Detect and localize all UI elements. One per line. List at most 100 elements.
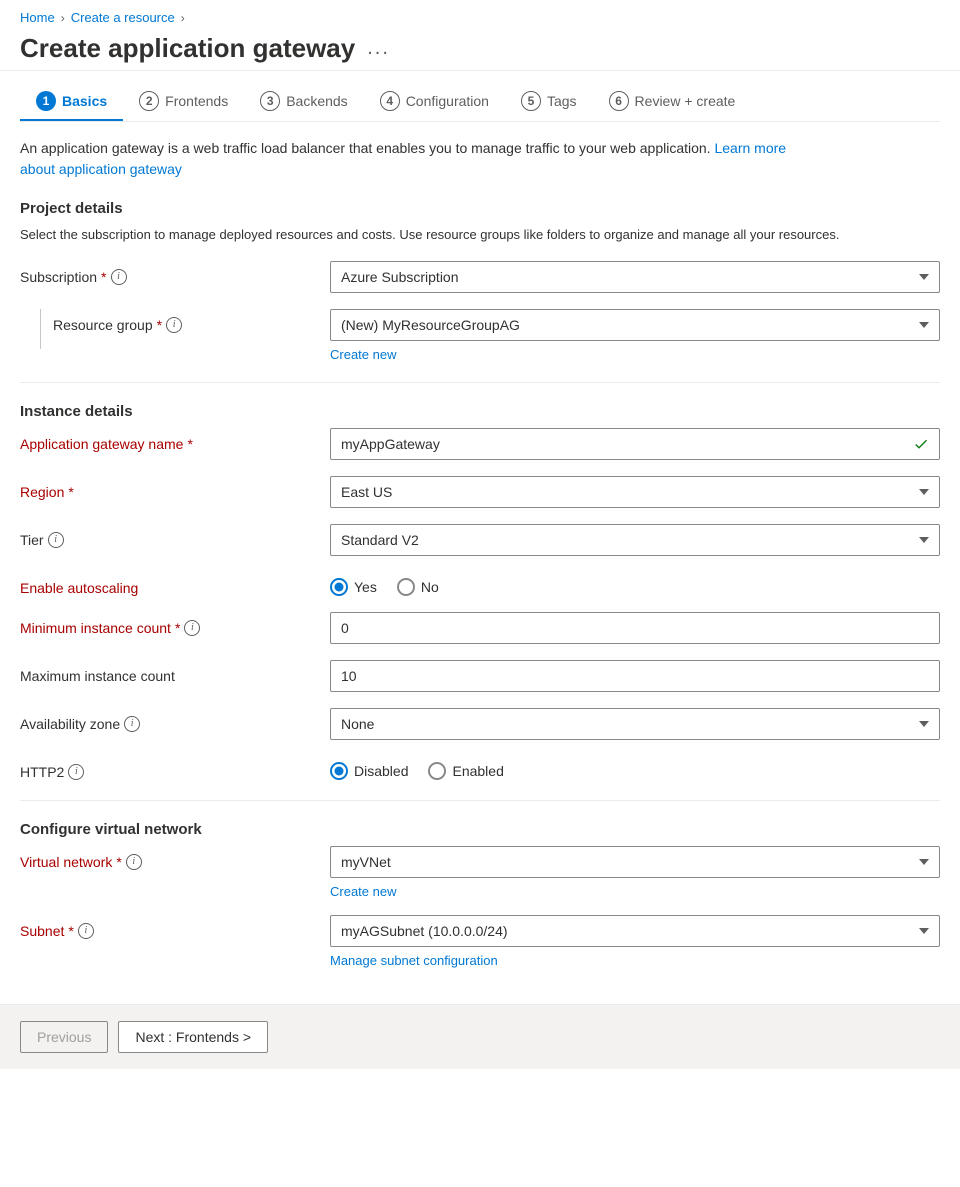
tab-backends[interactable]: 3 Backends [244,83,363,121]
autoscaling-yes-option[interactable]: Yes [330,578,377,596]
subscription-required: * [101,269,106,285]
http2-label-col: HTTP2 i [20,756,330,780]
virtual-network-label: Virtual network [20,854,112,870]
resource-group-row: Resource group * i (New) MyResourceGroup… [20,309,940,362]
availability-zone-input-col: None [330,708,940,740]
subscription-label: Subscription [20,269,97,285]
description-text: An application gateway is a web traffic … [20,140,711,156]
virtual-network-required: * [116,854,121,870]
autoscaling-no-option[interactable]: No [397,578,439,596]
min-instance-info-icon[interactable]: i [184,620,200,636]
max-instance-label: Maximum instance count [20,668,175,684]
min-instance-label-col: Minimum instance count * i [20,612,330,636]
autoscaling-label: Enable autoscaling [20,580,138,596]
app-gateway-name-required: * [187,436,192,452]
autoscaling-label-col: Enable autoscaling [20,572,330,596]
region-input-col: East US [330,476,940,508]
about-app-gateway-link[interactable]: about application gateway [20,161,182,177]
min-instance-required: * [175,620,180,636]
breadcrumb-create-resource[interactable]: Create a resource [71,10,175,25]
app-gateway-name-label-col: Application gateway name * [20,428,330,452]
max-instance-input[interactable] [330,660,940,692]
app-gateway-name-input[interactable] [330,428,940,460]
subnet-dropdown[interactable]: myAGSubnet (10.0.0.0/24) [330,915,940,947]
tab-basics-label: Basics [62,93,107,109]
project-details-sub: Select the subscription to manage deploy… [20,225,940,245]
breadcrumb-home[interactable]: Home [20,10,55,25]
http2-info-icon[interactable]: i [68,764,84,780]
tab-backends-label: Backends [286,93,347,109]
tab-frontends-num: 2 [139,91,159,111]
description-block: An application gateway is a web traffic … [20,138,940,180]
region-label-col: Region * [20,476,330,500]
subnet-label: Subnet [20,923,64,939]
page-title: Create application gateway [20,33,355,64]
subnet-label-col: Subnet * i [20,915,330,939]
tier-info-icon[interactable]: i [48,532,64,548]
virtual-network-dropdown[interactable]: myVNet [330,846,940,878]
http2-enabled-radio[interactable] [428,762,446,780]
region-required: * [68,484,73,500]
subscription-dropdown[interactable]: Azure Subscription [330,261,940,293]
divider-1 [20,382,940,383]
manage-subnet-link[interactable]: Manage subnet configuration [330,953,940,968]
autoscaling-row: Enable autoscaling Yes No [20,572,940,596]
subscription-input-col: Azure Subscription [330,261,940,293]
app-gateway-name-input-col [330,428,940,460]
resource-group-info-icon[interactable]: i [166,317,182,333]
subscription-info-icon[interactable]: i [111,269,127,285]
tier-row: Tier i Standard V2 [20,524,940,556]
http2-disabled-option[interactable]: Disabled [330,762,408,780]
subnet-info-icon[interactable]: i [78,923,94,939]
tab-basics[interactable]: 1 Basics [20,83,123,121]
tab-basics-num: 1 [36,91,56,111]
app-gateway-name-row: Application gateway name * [20,428,940,460]
min-instance-input[interactable] [330,612,940,644]
next-button[interactable]: Next : Frontends > [118,1021,268,1053]
tier-input-col: Standard V2 [330,524,940,556]
http2-row: HTTP2 i Disabled Enabled [20,756,940,780]
http2-disabled-label: Disabled [354,763,408,779]
tab-configuration[interactable]: 4 Configuration [364,83,505,121]
autoscaling-no-radio[interactable] [397,578,415,596]
autoscaling-input-col: Yes No [330,572,940,596]
http2-input-col: Disabled Enabled [330,756,940,780]
availability-zone-info-icon[interactable]: i [124,716,140,732]
http2-label: HTTP2 [20,764,64,780]
tier-label-col: Tier i [20,524,330,548]
virtual-network-create-new-link[interactable]: Create new [330,884,940,899]
tab-backends-num: 3 [260,91,280,111]
previous-button[interactable]: Previous [20,1021,108,1053]
tab-review-create[interactable]: 6 Review + create [593,83,752,121]
availability-zone-label-col: Availability zone i [20,708,330,732]
min-instance-label: Minimum instance count [20,620,171,636]
bottom-bar: Previous Next : Frontends > [0,1004,960,1069]
learn-more-link[interactable]: Learn more [714,140,786,156]
tab-tags-label: Tags [547,93,577,109]
availability-zone-row: Availability zone i None [20,708,940,740]
subnet-input-col: myAGSubnet (10.0.0.0/24) Manage subnet c… [330,915,940,968]
tab-frontends[interactable]: 2 Frontends [123,83,244,121]
tier-dropdown[interactable]: Standard V2 [330,524,940,556]
max-instance-row: Maximum instance count [20,660,940,692]
resource-group-input-col: (New) MyResourceGroupAG Create new [330,309,940,362]
virtual-network-input-col: myVNet Create new [330,846,940,899]
http2-enabled-option[interactable]: Enabled [428,762,503,780]
virtual-network-info-icon[interactable]: i [126,854,142,870]
resource-group-dropdown[interactable]: (New) MyResourceGroupAG [330,309,940,341]
virtual-network-row: Virtual network * i myVNet Create new [20,846,940,899]
region-dropdown[interactable]: East US [330,476,940,508]
tab-tags[interactable]: 5 Tags [505,83,593,121]
page-menu-dots[interactable]: ... [367,37,390,60]
divider-2 [20,800,940,801]
availability-zone-dropdown[interactable]: None [330,708,940,740]
autoscaling-yes-radio[interactable] [330,578,348,596]
indent-line [40,309,41,349]
http2-disabled-radio[interactable] [330,762,348,780]
tab-configuration-num: 4 [380,91,400,111]
resource-group-required: * [157,317,162,333]
autoscaling-no-label: No [421,579,439,595]
resource-group-create-new-link[interactable]: Create new [330,347,940,362]
availability-zone-label: Availability zone [20,716,120,732]
resource-group-label: Resource group [53,317,153,333]
